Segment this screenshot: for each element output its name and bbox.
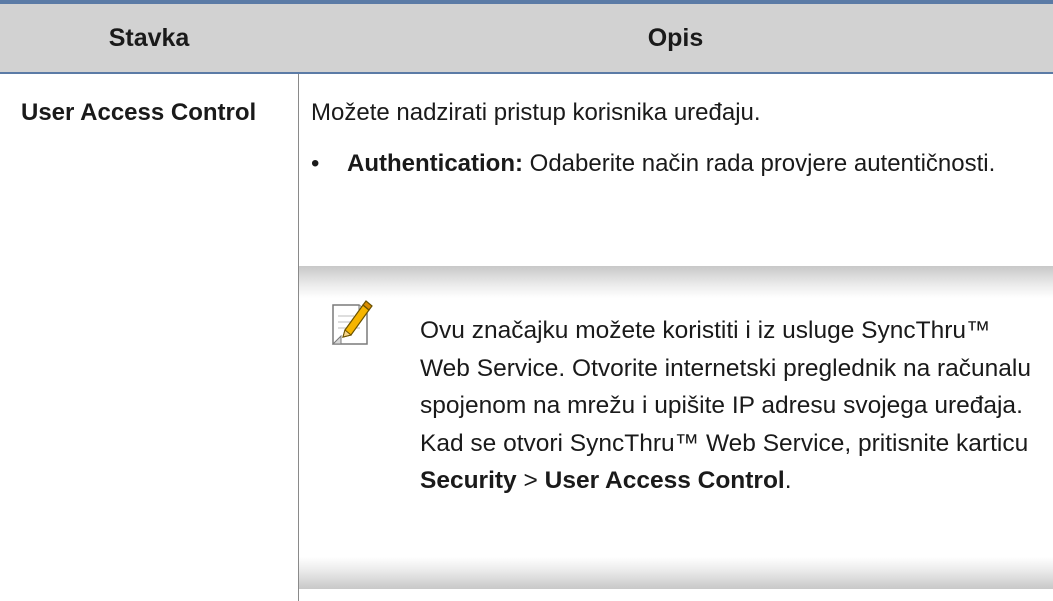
note-pencil-icon xyxy=(330,300,374,348)
note-path-separator: > xyxy=(523,467,538,495)
note-path-user-access-control: User Access Control xyxy=(544,467,785,495)
note-text: Ovu značajku možete koristiti i iz uslug… xyxy=(420,312,1045,500)
note-box: Ovu značajku možete koristiti i iz uslug… xyxy=(299,266,1053,589)
note-intro: Ovu značajku možete koristiti i iz uslug… xyxy=(420,317,1031,457)
note-bottom-band xyxy=(299,557,1053,589)
note-path-security: Security xyxy=(420,467,517,495)
note-top-band xyxy=(299,266,1053,298)
bullet-text: Odaberite način rada provjere autentično… xyxy=(529,150,996,177)
row-description: Možete nadzirati pristup korisnika uređa… xyxy=(311,99,761,126)
header-item: Stavka xyxy=(108,23,190,52)
row-item-name: User Access Control xyxy=(21,99,257,126)
table-header: Stavka Opis xyxy=(0,4,1053,72)
note-path-end: . xyxy=(784,467,792,495)
bullet-dot: • xyxy=(311,150,320,177)
bullet-label: Authentication: xyxy=(347,150,523,177)
header-description: Opis xyxy=(647,23,704,52)
bullet-item: • Authentication: Odaberite način rada p… xyxy=(311,147,1031,181)
header-bottom-rule xyxy=(0,72,1053,74)
bullet-body: Authentication: Odaberite način rada pro… xyxy=(347,147,997,181)
